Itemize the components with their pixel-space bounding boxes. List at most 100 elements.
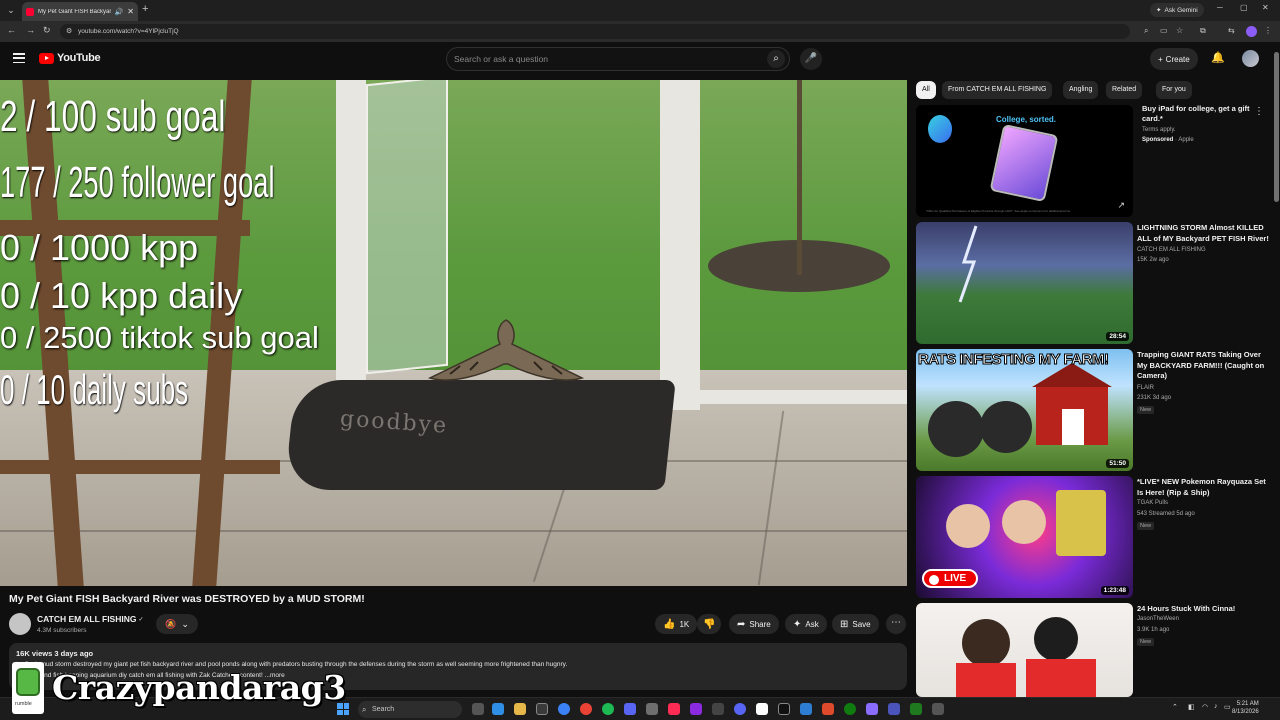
speaker-icon[interactable]: 🔊 bbox=[115, 8, 124, 16]
steam-icon[interactable] bbox=[800, 703, 812, 715]
taskbar-search[interactable]: Search bbox=[358, 701, 462, 718]
forward-icon[interactable]: → bbox=[26, 25, 35, 35]
spotify-icon[interactable] bbox=[602, 703, 614, 715]
obs-icon[interactable] bbox=[646, 703, 658, 715]
rec-thumbnail[interactable]: RATS INFESTING MY FARM! 51:50 bbox=[916, 349, 1133, 471]
close-window-icon[interactable]: ✕ bbox=[1262, 3, 1269, 12]
terminal-icon[interactable] bbox=[932, 703, 944, 715]
rec-title[interactable]: Trapping GIANT RATS Taking Over My BACKY… bbox=[1137, 350, 1269, 382]
address-bar[interactable]: ⚙ youtube.com/watch?v=4YlPjcluTjQ bbox=[60, 24, 1130, 39]
subscribed-notification-button[interactable]: 🔕 ⌄ bbox=[156, 614, 198, 634]
chip-angling[interactable]: Angling bbox=[1063, 81, 1099, 99]
minecraft-icon[interactable] bbox=[910, 703, 922, 715]
search-input[interactable]: Search or ask a question ⌕ bbox=[446, 47, 790, 71]
tray-chevron-icon[interactable]: ⌃ bbox=[1172, 703, 1178, 711]
share-button[interactable]: ➦ Share bbox=[729, 614, 779, 634]
chrome-beta-icon[interactable] bbox=[558, 703, 570, 715]
rec-channel[interactable]: JasonTheWeen bbox=[1137, 616, 1179, 622]
rec-thumbnail[interactable]: 28:54 bbox=[916, 222, 1133, 344]
chip-from-channel[interactable]: From CATCH EM ALL FISHING bbox=[942, 81, 1053, 99]
file-explorer-icon[interactable] bbox=[514, 703, 526, 715]
search-icon[interactable]: ⌕ bbox=[767, 50, 785, 68]
account-avatar[interactable] bbox=[1242, 50, 1259, 67]
xbox-icon[interactable] bbox=[844, 703, 856, 715]
notifications-bell-icon[interactable]: 🔔 bbox=[1211, 51, 1225, 64]
rec-channel[interactable]: FLAIR bbox=[1137, 385, 1154, 391]
minimize-icon[interactable]: ─ bbox=[1217, 3, 1223, 12]
rec-title[interactable]: LIGHTNING STORM Almost KILLED ALL of MY … bbox=[1137, 223, 1269, 244]
rec-thumbnail[interactable]: LIVE 1:23:48 bbox=[916, 476, 1133, 598]
maximize-icon[interactable]: ▢ bbox=[1240, 3, 1248, 12]
rec-title[interactable]: *LIVE* NEW Pokemon Rayquaza Set Is Here!… bbox=[1137, 477, 1269, 498]
external-link-icon[interactable]: ↗ bbox=[1117, 200, 1125, 211]
reload-icon[interactable]: ↻ bbox=[43, 25, 51, 36]
chrome-icon[interactable] bbox=[580, 703, 592, 715]
kick-icon[interactable] bbox=[778, 703, 790, 715]
settings-app-icon[interactable] bbox=[822, 703, 834, 715]
site-info-icon[interactable]: ⚙ bbox=[66, 24, 72, 39]
new-tab-icon[interactable]: + bbox=[142, 3, 148, 15]
twitch-icon[interactable] bbox=[690, 703, 702, 715]
volume-icon[interactable]: ♪ bbox=[1214, 703, 1218, 710]
edge-icon[interactable] bbox=[492, 703, 504, 715]
clock-date: 8/13/2026 bbox=[1232, 709, 1259, 716]
close-tab-icon[interactable]: ✕ bbox=[127, 7, 134, 16]
microphone-icon[interactable]: 🎤 bbox=[800, 48, 822, 70]
rec-channel[interactable]: TGAK Pulls bbox=[1137, 500, 1168, 506]
youtube-logo[interactable]: YouTube bbox=[39, 52, 101, 64]
ad-title[interactable]: Buy iPad for college, get a gift card.* bbox=[1142, 104, 1252, 124]
chip-related[interactable]: Related bbox=[1106, 81, 1143, 99]
video-duration: 28:54 bbox=[1106, 332, 1129, 341]
sidebar-icon[interactable]: ⇆ bbox=[1228, 26, 1235, 35]
ask-gemini-button[interactable]: ✦ Ask Gemini bbox=[1150, 3, 1204, 17]
system-clock[interactable]: 5:21 AM 8/13/2026 bbox=[1232, 700, 1259, 716]
back-icon[interactable]: ← bbox=[7, 25, 16, 35]
x-app-icon[interactable] bbox=[712, 703, 724, 715]
extensions-icon[interactable]: ⧉ bbox=[1200, 26, 1206, 36]
rec-stats: 3.9K 1h ago bbox=[1137, 627, 1170, 633]
dislike-button[interactable]: 👎 bbox=[697, 614, 722, 634]
page-scrollbar[interactable] bbox=[1273, 42, 1280, 697]
scrollbar-thumb[interactable] bbox=[1274, 52, 1279, 202]
app-icon[interactable] bbox=[866, 703, 878, 715]
channel-name-link[interactable]: CATCH EM ALL FISHING ✓ bbox=[37, 614, 144, 624]
browser-tab-active[interactable]: My Pet Giant FISH Backyard 🔊 ✕ bbox=[22, 2, 138, 21]
chip-for-you[interactable]: For you bbox=[1156, 81, 1192, 99]
chip-all[interactable]: All bbox=[916, 81, 936, 99]
browser-menu-icon[interactable]: ⋮ bbox=[1264, 26, 1272, 35]
ask-button[interactable]: ✦ Ask bbox=[785, 614, 827, 634]
ad-menu-icon[interactable]: ⋮ bbox=[1254, 106, 1264, 117]
more-actions-icon[interactable]: ⋯ bbox=[886, 614, 906, 634]
youtube-favicon-icon bbox=[26, 7, 34, 16]
youtube-wordmark: YouTube bbox=[57, 52, 101, 64]
task-view-icon[interactable] bbox=[472, 703, 484, 715]
ad-thumbnail[interactable]: College, sorted. *Offer for Qualified Pu… bbox=[916, 105, 1133, 217]
tray-app-icon[interactable]: ◧ bbox=[1188, 703, 1195, 711]
create-button[interactable]: + Create bbox=[1150, 48, 1198, 70]
rec-channel[interactable]: CATCH EM ALL FISHING bbox=[1137, 247, 1206, 253]
channel-avatar[interactable] bbox=[9, 613, 31, 635]
notepad-icon[interactable] bbox=[756, 703, 768, 715]
goal-text: 2 / 100 sub goal bbox=[0, 92, 226, 141]
tiktok-icon[interactable] bbox=[668, 703, 680, 715]
cast-icon[interactable]: ▭ bbox=[1160, 26, 1168, 35]
browser-profile-avatar[interactable] bbox=[1246, 26, 1257, 37]
bookmark-star-icon[interactable]: ☆ bbox=[1176, 26, 1183, 35]
tab-search-icon[interactable]: ⌄ bbox=[4, 3, 18, 17]
rec-thumbnail[interactable] bbox=[916, 603, 1133, 697]
tree-trunk bbox=[797, 80, 802, 275]
teams-icon[interactable] bbox=[888, 703, 900, 715]
video-player[interactable]: goodbye 2 / 100 sub goal 177 / 250 follo… bbox=[0, 80, 907, 586]
rec-title[interactable]: 24 Hours Stuck With Cinna! bbox=[1137, 604, 1269, 615]
chat-app-icon[interactable] bbox=[734, 703, 746, 715]
battery-icon[interactable]: ▭ bbox=[1224, 703, 1231, 711]
menu-icon[interactable] bbox=[13, 53, 25, 63]
like-button[interactable]: 👍 1K bbox=[655, 614, 698, 634]
clock-time: 5:21 AM bbox=[1236, 701, 1259, 707]
save-button[interactable]: ⊞ Save bbox=[832, 614, 879, 634]
zoom-icon[interactable]: ⌕ bbox=[1144, 26, 1148, 36]
description-text: t a flash mud storm destroyed my giant p… bbox=[16, 661, 568, 668]
store-icon[interactable] bbox=[536, 703, 548, 715]
discord-icon[interactable] bbox=[624, 703, 636, 715]
wifi-icon[interactable]: ◠ bbox=[1202, 703, 1208, 711]
